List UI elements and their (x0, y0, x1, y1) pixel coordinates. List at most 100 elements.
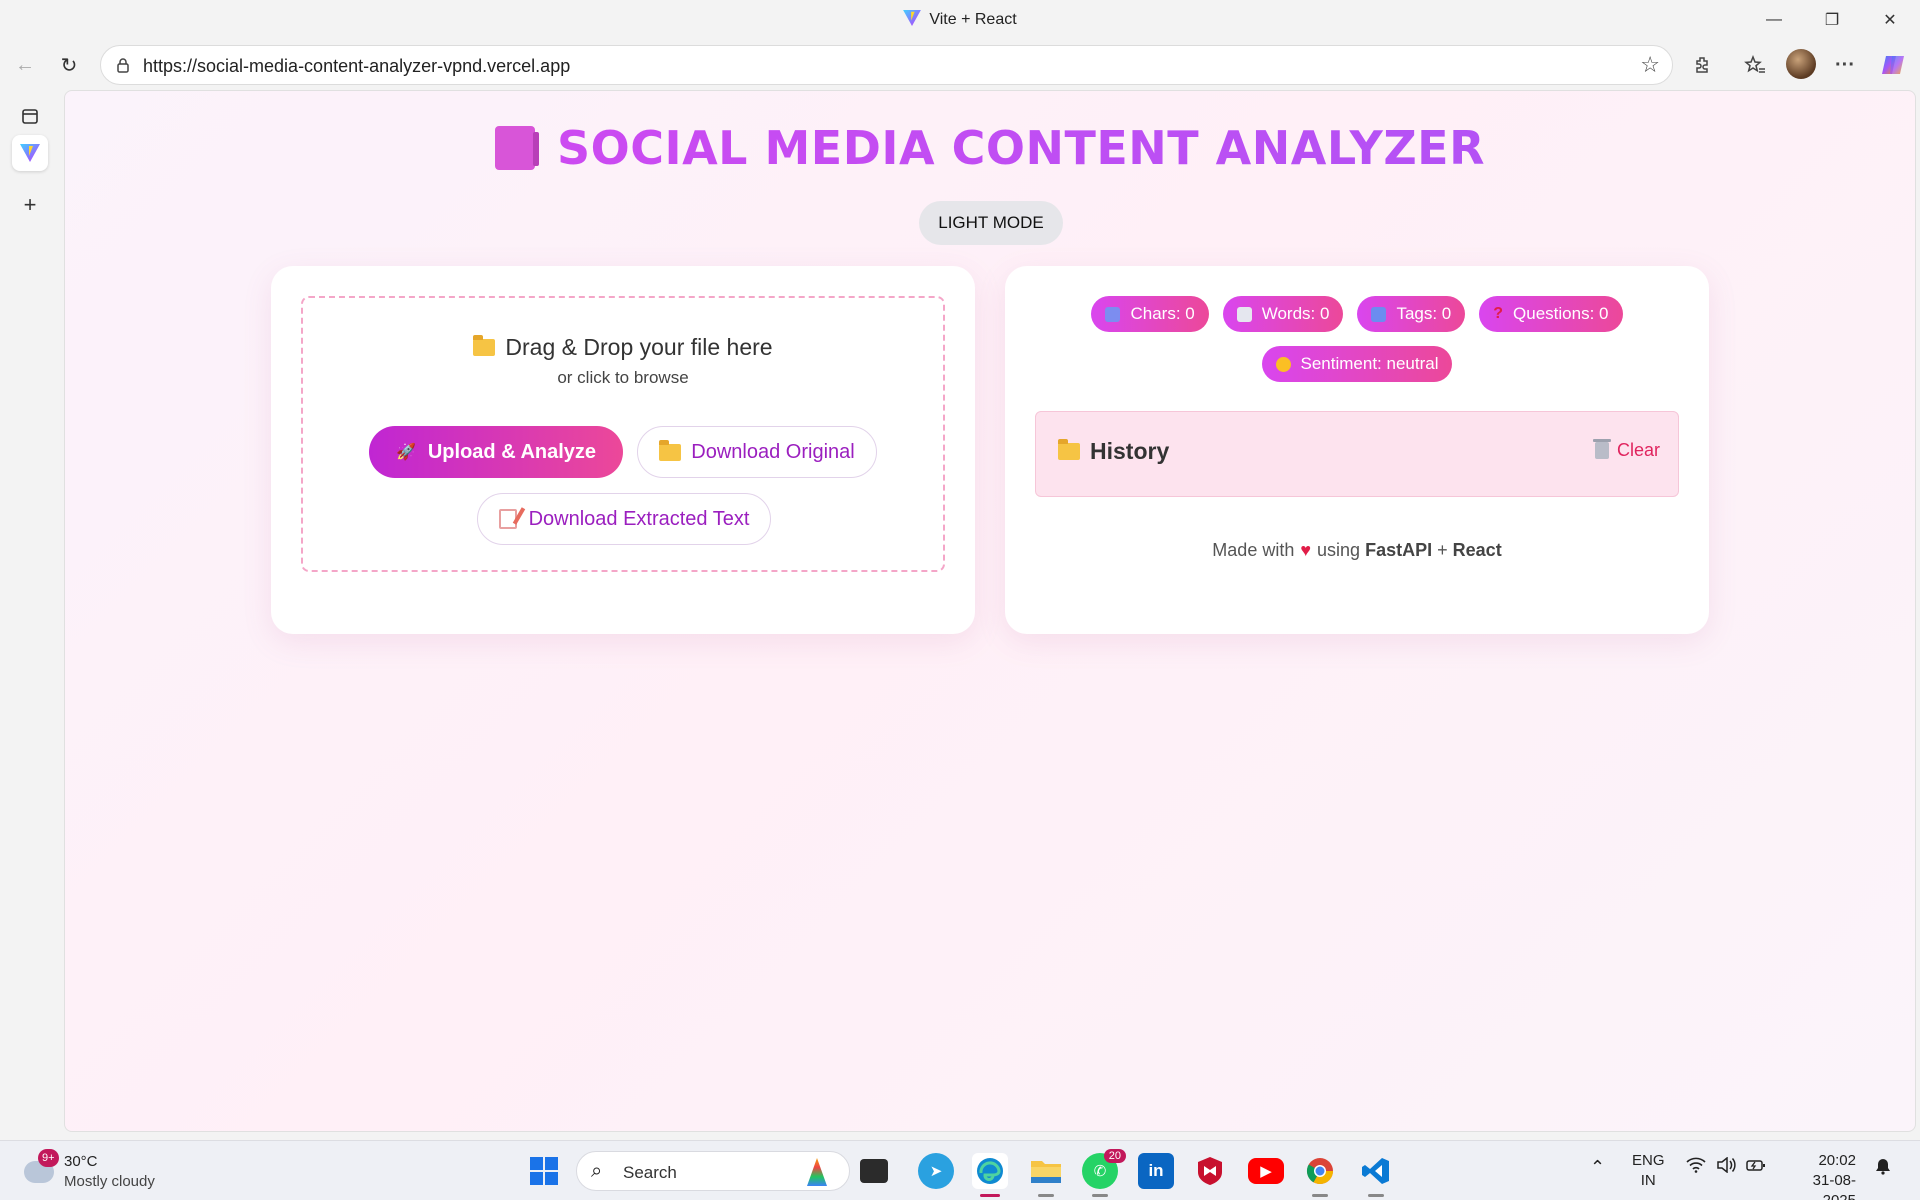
book-icon (494, 126, 539, 170)
profile-avatar[interactable] (1786, 49, 1816, 79)
clock[interactable]: 20:02 31-08-2025 (1786, 1151, 1856, 1200)
trash-icon (1592, 439, 1611, 459)
chars-icon (1105, 306, 1121, 322)
wifi-icon[interactable] (1686, 1157, 1706, 1179)
language-line1: ENG (1632, 1152, 1665, 1169)
edge-icon[interactable] (972, 1153, 1008, 1197)
footer-made-with: Made with (1212, 540, 1295, 560)
dropzone-title: Drag & Drop your file here (303, 334, 943, 361)
book-icon (1236, 306, 1252, 322)
history-title: History (1058, 438, 1169, 465)
weather-widget[interactable]: 9+ 30°C Mostly cloudy (20, 1149, 170, 1195)
tab-vite-react[interactable] (12, 135, 48, 171)
download-extracted-text-button[interactable]: Download Extracted Text (477, 493, 771, 545)
results-card: Chars: 0 Words: 0 Tags: 0 ? Questions: 0 … (1005, 266, 1709, 634)
history-panel: History Clear (1035, 411, 1679, 497)
restore-button[interactable]: ❐ (1803, 0, 1861, 40)
footer-using: using (1317, 540, 1361, 560)
upload-analyze-button[interactable]: 🚀 Upload & Analyze (369, 426, 623, 478)
language-line2: IN (1640, 1172, 1656, 1189)
page-viewport: SOCIAL MEDIA CONTENT ANALYZER LIGHT MODE… (64, 90, 1916, 1132)
clear-label: Clear (1616, 440, 1660, 460)
minimize-button[interactable]: — (1745, 0, 1803, 40)
hashtag-icon (1371, 306, 1387, 322)
window-title: Vite + React (0, 10, 1920, 29)
back-button[interactable]: ← (8, 48, 42, 82)
upload-analyze-label: Upload & Analyze (427, 440, 597, 463)
chars-badge: Chars: 0 (1091, 296, 1209, 332)
search-highlight-icon (807, 1158, 827, 1186)
more-icon[interactable]: ··· (1828, 48, 1862, 82)
chrome-icon[interactable] (1302, 1153, 1338, 1197)
weather-temp: 30°C (64, 1153, 98, 1170)
battery-icon[interactable] (1746, 1157, 1766, 1179)
window-titlebar: Vite + React — ❐ ✕ (0, 0, 1920, 40)
url-text[interactable]: https://social-media-content-analyzer-vp… (143, 56, 570, 77)
taskbar-search-label: Search (623, 1163, 677, 1182)
memo-icon (498, 509, 517, 529)
app-title-text: SOCIAL MEDIA CONTENT ANALYZER (556, 121, 1486, 175)
words-text: Words: 0 (1261, 304, 1330, 323)
vite-logo-icon (903, 10, 922, 26)
upload-card: Drag & Drop your file here or click to b… (271, 266, 975, 634)
stats-badges: Chars: 0 Words: 0 Tags: 0 ? Questions: 0 … (1005, 296, 1709, 382)
vertical-tabs-sidebar: + (0, 90, 62, 1132)
footer-react: React (1452, 540, 1502, 560)
volume-icon[interactable] (1716, 1156, 1736, 1179)
clock-date: 31-08-2025 (1812, 1172, 1856, 1200)
mcafee-icon[interactable] (1192, 1153, 1228, 1189)
address-bar[interactable]: https://social-media-content-analyzer-vp… (100, 45, 1673, 85)
weather-condition: Mostly cloudy (64, 1173, 155, 1190)
language-indicator[interactable]: ENG IN (1632, 1151, 1665, 1191)
tray-overflow-icon[interactable]: ⌃ (1590, 1157, 1605, 1177)
download-original-button[interactable]: Download Original (637, 426, 877, 478)
reload-button[interactable]: ↻ (52, 48, 86, 82)
active-app-indicator (980, 1194, 1000, 1197)
download-original-label: Download Original (691, 440, 855, 463)
tab-actions-icon[interactable] (12, 98, 48, 134)
vscode-icon[interactable] (1358, 1153, 1394, 1197)
taskbar: 9+ 30°C Mostly cloudy ⌕ Search ➤ ✆ 20 in … (0, 1140, 1920, 1200)
close-button[interactable]: ✕ (1861, 0, 1919, 40)
extensions-icon[interactable] (1686, 48, 1720, 82)
dropzone-subtitle: or click to browse (557, 368, 689, 387)
smiley-icon (1275, 356, 1291, 372)
telegram-icon[interactable]: ➤ (918, 1153, 954, 1189)
folder-icon (1058, 439, 1080, 460)
clear-history-button[interactable]: Clear (1592, 439, 1660, 461)
folder-icon (659, 439, 682, 461)
whatsapp-badge: 20 (1103, 1149, 1126, 1163)
notification-bell-icon[interactable] (1874, 1157, 1892, 1181)
clock-time: 20:02 (1818, 1152, 1856, 1169)
running-app-indicator (1368, 1194, 1384, 1197)
whatsapp-icon[interactable]: ✆ 20 (1082, 1149, 1126, 1197)
words-badge: Words: 0 (1222, 296, 1344, 332)
footer-fastapi: FastAPI (1365, 540, 1433, 560)
sentiment-text: Sentiment: neutral (1300, 354, 1439, 373)
vite-logo-icon (20, 144, 40, 162)
rocket-icon: 🚀 (395, 444, 416, 461)
history-title-text: History (1090, 438, 1170, 464)
taskbar-search[interactable]: ⌕ Search (576, 1151, 850, 1191)
app-title: SOCIAL MEDIA CONTENT ANALYZER (65, 121, 1915, 175)
new-tab-button[interactable]: + (12, 187, 48, 223)
file-dropzone[interactable]: Drag & Drop your file here or click to b… (301, 296, 945, 572)
questions-badge: ? Questions: 0 (1479, 296, 1623, 332)
footer-plus: + (1437, 540, 1448, 560)
folder-icon (473, 335, 496, 356)
linkedin-icon[interactable]: in (1138, 1153, 1174, 1189)
theme-toggle-button[interactable]: LIGHT MODE (919, 201, 1063, 245)
file-explorer-icon[interactable] (1028, 1153, 1064, 1197)
running-app-indicator (1038, 1194, 1054, 1197)
start-icon[interactable] (526, 1153, 562, 1189)
favorite-star-icon[interactable]: ☆ (1640, 52, 1660, 78)
youtube-icon[interactable]: ▶ (1248, 1158, 1284, 1184)
question-icon: ? (1493, 305, 1504, 322)
tags-badge: Tags: 0 (1357, 296, 1466, 332)
site-info-icon[interactable] (115, 57, 131, 73)
task-view-icon[interactable] (860, 1159, 888, 1183)
copilot-icon[interactable] (1876, 48, 1910, 82)
favorites-icon[interactable] (1738, 48, 1772, 82)
questions-text: Questions: 0 (1513, 304, 1609, 323)
heart-icon: ♥ (1300, 540, 1312, 560)
